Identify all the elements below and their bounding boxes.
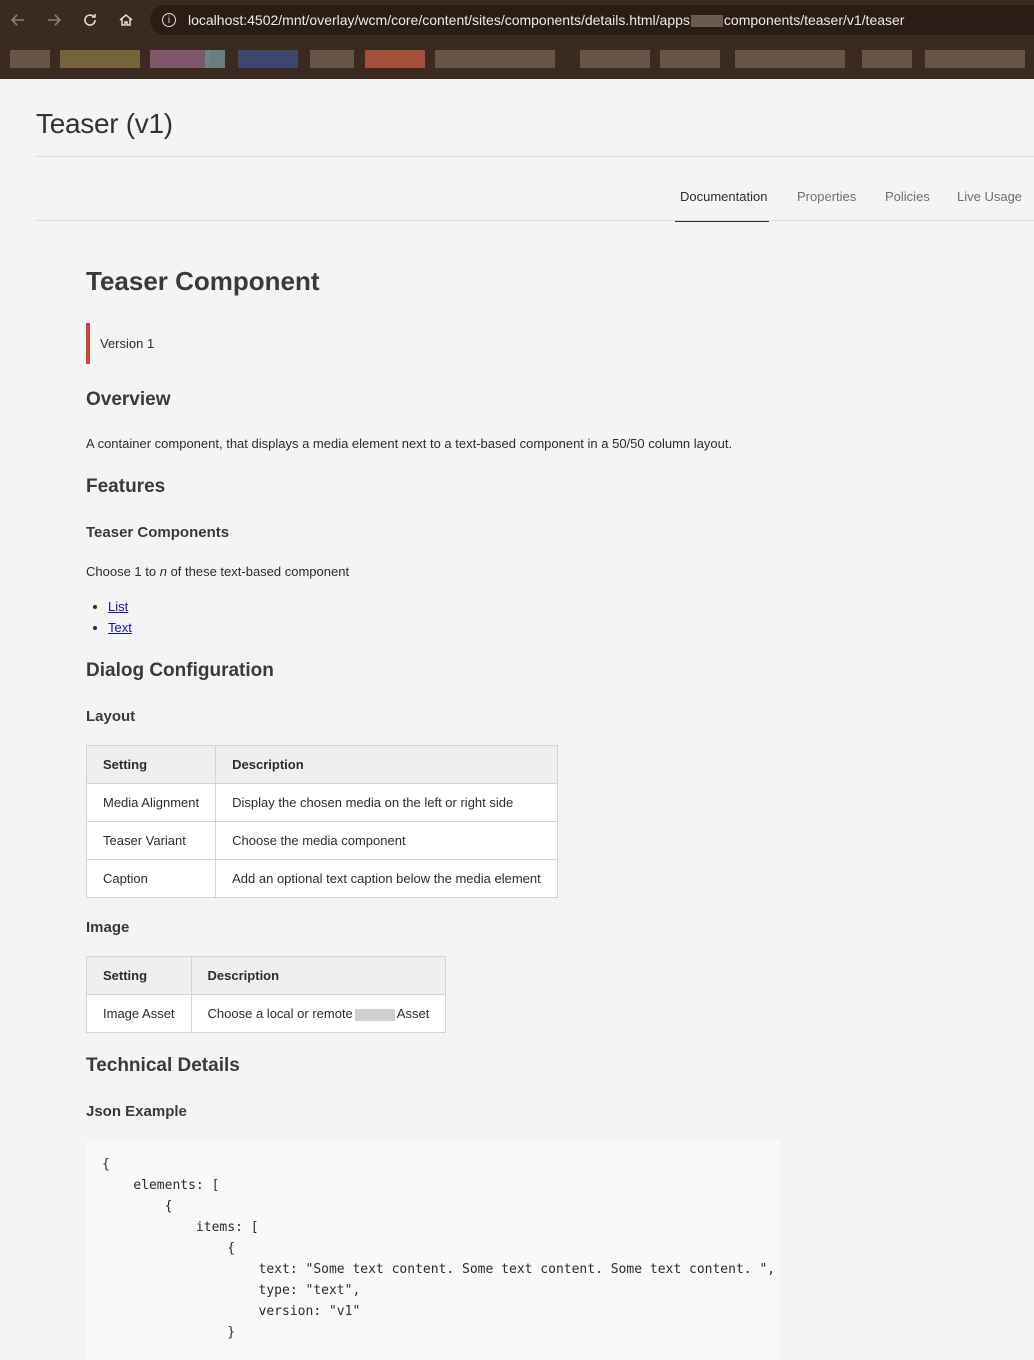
- teaser-components-heading: Teaser Components: [86, 524, 230, 541]
- list-item: Text: [108, 617, 132, 638]
- table-cell: Media Alignment: [85, 783, 217, 822]
- table-cell: Display the chosen media on the left or …: [215, 783, 558, 822]
- table-header-row: Setting Description: [85, 745, 558, 784]
- column-header: Description: [190, 956, 447, 995]
- technical-details-heading: Technical Details: [86, 1055, 240, 1076]
- link-list[interactable]: List: [108, 599, 128, 614]
- forward-icon[interactable]: [42, 8, 66, 32]
- table-cell: Choose the media component: [215, 821, 558, 860]
- reload-icon[interactable]: [78, 8, 102, 32]
- bookmark-item[interactable]: [310, 50, 354, 68]
- component-links: List Text: [90, 596, 132, 638]
- table-row: Image Asset Choose a local or remote Asse…: [86, 994, 447, 1033]
- bookmark-item[interactable]: [925, 50, 1025, 68]
- bookmark-item[interactable]: [10, 50, 50, 68]
- table-row: Media Alignment Display the chosen media…: [85, 783, 558, 822]
- dialog-configuration-heading: Dialog Configuration: [86, 660, 274, 681]
- image-table: Setting Description Image Asset Choose a…: [86, 956, 447, 1033]
- version-callout: Version 1: [86, 323, 154, 364]
- bookmark-item[interactable]: [580, 50, 650, 68]
- json-code-block: { elements: [ { items: [ { text: "Some t…: [86, 1140, 780, 1360]
- bookmark-item[interactable]: [435, 50, 555, 68]
- page-title: Teaser (v1): [36, 108, 173, 139]
- back-icon[interactable]: [6, 8, 30, 32]
- layout-table: Setting Description Media Alignment Disp…: [85, 745, 558, 898]
- tab-documentation[interactable]: Documentation: [675, 178, 769, 222]
- overview-heading: Overview: [86, 389, 171, 410]
- url-text: localhost:4502/mnt/overlay/wcm/core/cont…: [188, 12, 905, 28]
- image-heading: Image: [86, 919, 130, 936]
- column-header: Description: [215, 745, 558, 784]
- tab-live-usage[interactable]: Live Usage: [957, 178, 1022, 222]
- redacted-text: [354, 1008, 395, 1021]
- features-heading: Features: [86, 476, 166, 497]
- column-header: Setting: [86, 956, 192, 995]
- link-text[interactable]: Text: [108, 620, 132, 635]
- table-cell: Choose a local or remote Asset: [190, 994, 447, 1033]
- bookmarks-bar: [0, 40, 1034, 79]
- table-row: Caption Add an optional text caption bel…: [85, 859, 558, 898]
- layout-heading: Layout: [86, 708, 136, 725]
- table-cell: Teaser Variant: [85, 821, 217, 860]
- address-bar[interactable]: i localhost:4502/mnt/overlay/wcm/core/co…: [150, 5, 1034, 35]
- tab-properties[interactable]: Properties: [797, 178, 856, 222]
- bookmark-item[interactable]: [660, 50, 720, 68]
- bookmark-item[interactable]: [735, 50, 845, 68]
- divider: [36, 156, 1034, 157]
- table-cell: Caption: [85, 859, 217, 898]
- list-item: List: [108, 596, 132, 617]
- overview-text: A container component, that displays a m…: [86, 436, 733, 451]
- bookmark-item[interactable]: [862, 50, 912, 68]
- choose-text: Choose 1 to n of these text-based compon…: [86, 564, 350, 579]
- home-icon[interactable]: [114, 8, 138, 32]
- column-header: Setting: [85, 745, 217, 784]
- table-header-row: Setting Description: [86, 956, 447, 995]
- browser-toolbar: i localhost:4502/mnt/overlay/wcm/core/co…: [0, 0, 1034, 40]
- bookmark-item[interactable]: [60, 50, 140, 68]
- json-example-heading: Json Example: [86, 1103, 187, 1120]
- divider: [36, 220, 1034, 221]
- bookmark-item[interactable]: [205, 50, 225, 68]
- table-cell: Add an optional text caption below the m…: [215, 859, 558, 898]
- bookmark-item[interactable]: [365, 50, 425, 68]
- table-row: Teaser Variant Choose the media componen…: [85, 821, 558, 860]
- tab-policies[interactable]: Policies: [885, 178, 930, 222]
- version-text: Version 1: [100, 336, 155, 351]
- doc-title: Teaser Component: [86, 266, 320, 296]
- bookmark-item[interactable]: [238, 50, 298, 68]
- table-cell: Image Asset: [86, 994, 192, 1033]
- bookmark-item[interactable]: [150, 50, 210, 68]
- info-icon[interactable]: i: [162, 13, 176, 27]
